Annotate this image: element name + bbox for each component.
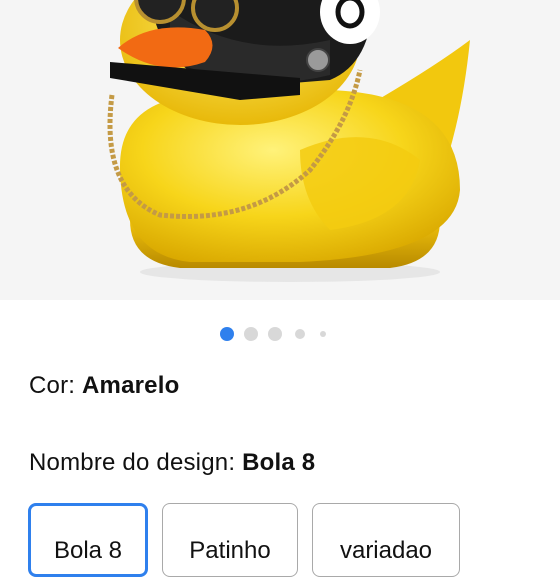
product-image[interactable] xyxy=(0,0,560,300)
color-value: Amarelo xyxy=(82,372,180,399)
design-value: Bola 8 xyxy=(242,449,316,476)
carousel-dot-2[interactable] xyxy=(244,327,258,341)
design-option-variadao[interactable]: variadao xyxy=(312,503,460,577)
image-carousel-indicator xyxy=(0,326,560,342)
carousel-dot-1[interactable] xyxy=(220,327,234,341)
design-label: Nombre do design: xyxy=(29,449,236,476)
carousel-dot-3[interactable] xyxy=(268,327,282,341)
carousel-dot-4[interactable] xyxy=(295,329,305,339)
rubber-duck-illustration xyxy=(107,0,470,282)
design-row: Nombre do design: Bola 8 xyxy=(29,449,315,477)
carousel-dot-5[interactable] xyxy=(320,331,326,337)
design-option-patinho[interactable]: Patinho xyxy=(162,503,298,577)
color-row: Cor: Amarelo xyxy=(29,372,179,400)
color-label: Cor: xyxy=(29,372,76,399)
design-option-bola-8[interactable]: Bola 8 xyxy=(28,503,148,577)
